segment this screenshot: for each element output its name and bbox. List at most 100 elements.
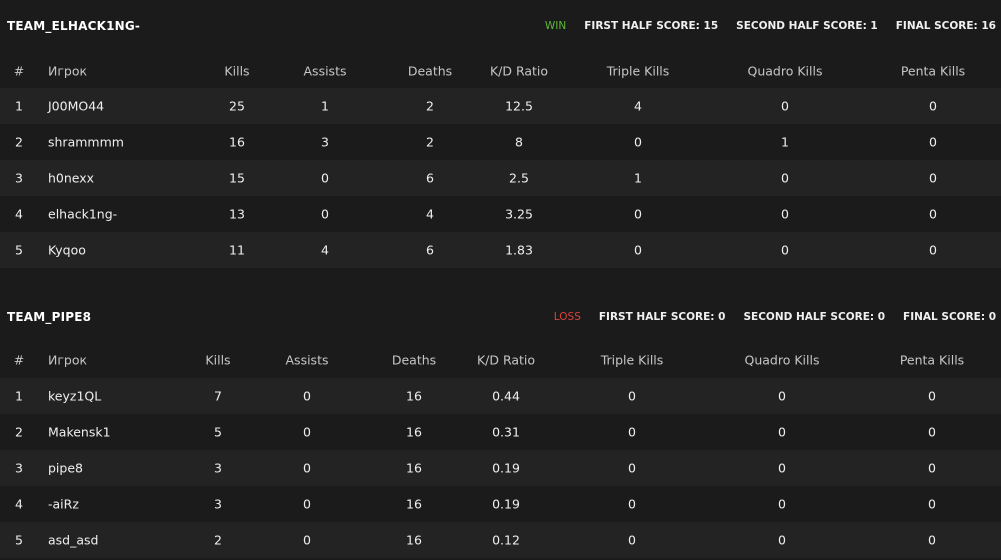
deaths-value: 6 bbox=[426, 242, 434, 258]
table-row: 4 -aiRz 3 0 16 0.19 0 0 0 bbox=[0, 486, 1001, 522]
assists-value: 0 bbox=[321, 206, 329, 222]
quadro-kills-value: 0 bbox=[778, 424, 786, 440]
team-1-header: TEAM_ELHACK1NG- WIN FIRST HALF SCORE: 15… bbox=[0, 0, 1001, 54]
team-1-first-half: FIRST HALF SCORE: 15 bbox=[584, 20, 719, 32]
row-index: 3 bbox=[15, 170, 23, 186]
team-1-second-half: SECOND HALF SCORE: 1 bbox=[736, 20, 878, 32]
kills-value: 11 bbox=[229, 242, 245, 258]
assists-value: 0 bbox=[303, 424, 311, 440]
triple-kills-value: 0 bbox=[634, 134, 642, 150]
team-1-final: FINAL SCORE: 16 bbox=[895, 20, 996, 32]
deaths-value: 16 bbox=[406, 496, 422, 512]
col-kd-ratio: K/D Ratio bbox=[476, 352, 536, 368]
col-assists: Assists bbox=[285, 352, 329, 368]
table-row: 5 Kyqoo 11 4 6 1.83 0 0 0 bbox=[0, 232, 1001, 268]
quadro-kills-value: 0 bbox=[778, 460, 786, 476]
kd-value: 0.12 bbox=[492, 532, 520, 548]
row-index: 3 bbox=[15, 460, 23, 476]
kills-value: 3 bbox=[214, 496, 222, 512]
quadro-kills-value: 0 bbox=[781, 242, 789, 258]
table-row: 3 h0nexx 15 0 6 2.5 1 0 0 bbox=[0, 160, 1001, 196]
row-index: 4 bbox=[15, 206, 23, 222]
kd-value: 0.19 bbox=[492, 460, 520, 476]
assists-value: 3 bbox=[321, 134, 329, 150]
assists-value: 1 bbox=[321, 98, 329, 114]
col-index: # bbox=[13, 63, 25, 79]
team-2-stats: LOSS FIRST HALF SCORE: 0 SECOND HALF SCO… bbox=[536, 311, 996, 323]
col-kd-ratio: K/D Ratio bbox=[489, 63, 549, 79]
assists-value: 0 bbox=[303, 532, 311, 548]
kd-value: 3.25 bbox=[505, 206, 533, 222]
team-2-table-header: # Игрок Kills Assists Deaths K/D Ratio T… bbox=[0, 342, 1001, 378]
player-name: pipe8 bbox=[48, 460, 83, 476]
triple-kills-value: 4 bbox=[634, 98, 642, 114]
player-name: h0nexx bbox=[48, 170, 95, 186]
col-penta-kills: Penta Kills bbox=[899, 352, 965, 368]
row-index: 4 bbox=[15, 496, 23, 512]
player-name: Kyqoo bbox=[48, 242, 86, 258]
table-row: 5 asd_asd 2 0 16 0.12 0 0 0 bbox=[0, 522, 1001, 558]
penta-kills-value: 0 bbox=[928, 460, 936, 476]
penta-kills-value: 0 bbox=[929, 170, 937, 186]
player-name: asd_asd bbox=[48, 532, 99, 548]
deaths-value: 16 bbox=[406, 388, 422, 404]
penta-kills-value: 0 bbox=[929, 98, 937, 114]
player-name: J00MO44 bbox=[48, 98, 105, 114]
kills-value: 16 bbox=[229, 134, 245, 150]
triple-kills-value: 0 bbox=[628, 424, 636, 440]
col-triple-kills: Triple Kills bbox=[600, 352, 664, 368]
player-name: -aiRz bbox=[48, 496, 79, 512]
team-2-result: LOSS bbox=[553, 311, 581, 323]
kd-value: 12.5 bbox=[505, 98, 533, 114]
team-2-scoreboard: TEAM_PIPE8 LOSS FIRST HALF SCORE: 0 SECO… bbox=[0, 290, 1001, 560]
deaths-value: 6 bbox=[426, 170, 434, 186]
row-index: 5 bbox=[15, 532, 23, 548]
table-row: 1 J00MO44 25 1 2 12.5 4 0 0 bbox=[0, 88, 1001, 124]
kills-value: 25 bbox=[229, 98, 245, 114]
col-kills: Kills bbox=[205, 352, 231, 368]
kills-value: 2 bbox=[214, 532, 222, 548]
table-row: 1 keyz1QL 7 0 16 0.44 0 0 0 bbox=[0, 378, 1001, 414]
assists-value: 0 bbox=[303, 460, 311, 476]
team-2-first-half: FIRST HALF SCORE: 0 bbox=[598, 311, 726, 323]
penta-kills-value: 0 bbox=[928, 424, 936, 440]
team-2-final: FINAL SCORE: 0 bbox=[903, 311, 996, 323]
assists-value: 0 bbox=[303, 496, 311, 512]
col-triple-kills: Triple Kills bbox=[606, 63, 670, 79]
player-name: keyz1QL bbox=[48, 388, 102, 404]
col-deaths: Deaths bbox=[391, 352, 437, 368]
team-1-table-header: # Игрок Kills Assists Deaths K/D Ratio T… bbox=[0, 54, 1001, 88]
kd-value: 0.31 bbox=[492, 424, 520, 440]
table-row: 2 Makensk1 5 0 16 0.31 0 0 0 bbox=[0, 414, 1001, 450]
player-name: shrammmm bbox=[48, 134, 124, 150]
triple-kills-value: 0 bbox=[628, 460, 636, 476]
triple-kills-value: 0 bbox=[628, 388, 636, 404]
row-index: 5 bbox=[15, 242, 23, 258]
deaths-value: 2 bbox=[426, 98, 434, 114]
kills-value: 5 bbox=[214, 424, 222, 440]
kills-value: 7 bbox=[214, 388, 222, 404]
penta-kills-value: 0 bbox=[928, 496, 936, 512]
table-row: 2 shrammmm 16 3 2 8 0 1 0 bbox=[0, 124, 1001, 160]
deaths-value: 16 bbox=[406, 532, 422, 548]
col-assists: Assists bbox=[303, 63, 347, 79]
penta-kills-value: 0 bbox=[928, 532, 936, 548]
team-1-result: WIN bbox=[544, 20, 567, 32]
penta-kills-value: 0 bbox=[929, 134, 937, 150]
col-penta-kills: Penta Kills bbox=[900, 63, 966, 79]
kd-value: 1.83 bbox=[505, 242, 533, 258]
penta-kills-value: 0 bbox=[929, 206, 937, 222]
triple-kills-value: 0 bbox=[628, 496, 636, 512]
team-2-header: TEAM_PIPE8 LOSS FIRST HALF SCORE: 0 SECO… bbox=[0, 290, 1001, 342]
kills-value: 13 bbox=[229, 206, 245, 222]
quadro-kills-value: 1 bbox=[781, 134, 789, 150]
quadro-kills-value: 0 bbox=[778, 496, 786, 512]
col-quadro-kills: Quadro Kills bbox=[744, 352, 820, 368]
triple-kills-value: 0 bbox=[634, 206, 642, 222]
quadro-kills-value: 0 bbox=[781, 170, 789, 186]
team-2-second-half: SECOND HALF SCORE: 0 bbox=[743, 311, 886, 323]
triple-kills-value: 0 bbox=[628, 532, 636, 548]
team-1-scoreboard: TEAM_ELHACK1NG- WIN FIRST HALF SCORE: 15… bbox=[0, 0, 1001, 288]
col-kills: Kills bbox=[224, 63, 250, 79]
quadro-kills-value: 0 bbox=[781, 206, 789, 222]
